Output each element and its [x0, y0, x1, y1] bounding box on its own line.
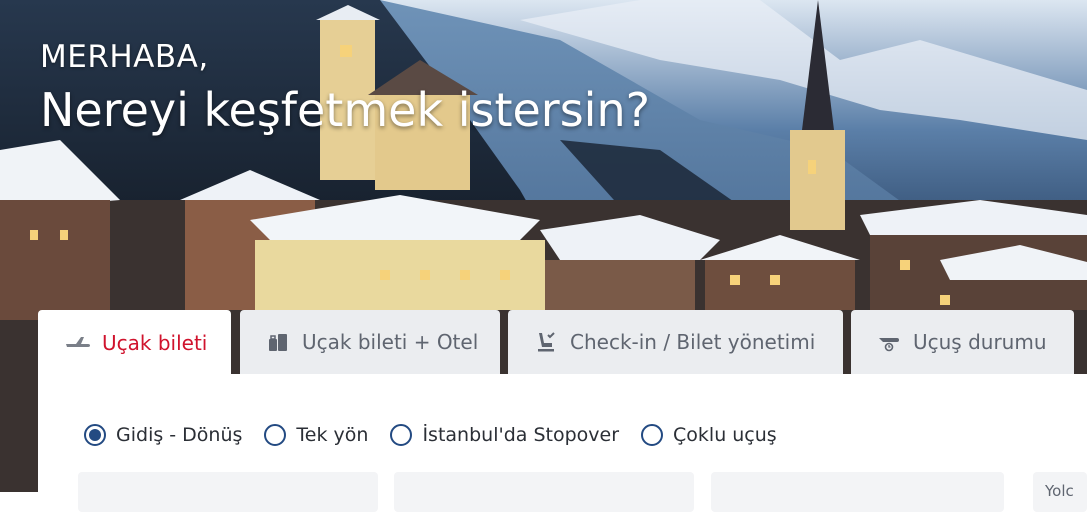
tab-checkin[interactable]: Check-in / Bilet yönetimi	[508, 310, 843, 374]
greeting-text: MERHABA,	[40, 39, 209, 75]
radio-selected-dot	[89, 429, 101, 441]
hotel-luggage-icon	[264, 328, 292, 356]
tab-flight-status[interactable]: Uçuş durumu	[851, 310, 1074, 374]
date-field[interactable]	[711, 472, 1004, 512]
tab-flight-status-label: Uçuş durumu	[913, 330, 1047, 354]
radio-one-way-label: Tek yön	[296, 424, 369, 446]
seat-checkin-icon	[532, 328, 560, 356]
tab-flight-ticket[interactable]: Uçak bileti	[38, 310, 231, 376]
headline-text: Nereyi keşfetmek istersin?	[40, 83, 651, 137]
radio-circle	[641, 424, 664, 446]
plane-icon	[64, 329, 92, 357]
trip-type-selector: Gidiş - Dönüş Tek yön İstanbul'da Stopov…	[84, 424, 799, 446]
radio-circle	[84, 424, 106, 446]
radio-one-way[interactable]: Tek yön	[264, 424, 368, 446]
radio-circle	[264, 424, 287, 446]
tab-flight-hotel[interactable]: Uçak bileti + Otel	[240, 310, 500, 374]
origin-field[interactable]	[78, 472, 378, 512]
radio-round-trip[interactable]: Gidiş - Dönüş	[84, 424, 242, 446]
radio-stopover-label: İstanbul'da Stopover	[422, 424, 620, 446]
tab-flight-ticket-label: Uçak bileti	[102, 331, 208, 355]
radio-multi-city[interactable]: Çoklu uçuş	[641, 424, 777, 446]
passenger-field-label: Yolc	[1045, 482, 1074, 500]
radio-stopover[interactable]: İstanbul'da Stopover	[390, 424, 619, 446]
tab-flight-hotel-label: Uçak bileti + Otel	[302, 330, 479, 354]
radio-multi-city-label: Çoklu uçuş	[673, 424, 777, 446]
destination-field[interactable]	[394, 472, 694, 512]
radio-round-trip-label: Gidiş - Dönüş	[116, 424, 243, 446]
tab-checkin-label: Check-in / Bilet yönetimi	[570, 330, 816, 354]
radio-circle	[390, 424, 413, 446]
flight-status-icon	[875, 328, 903, 356]
